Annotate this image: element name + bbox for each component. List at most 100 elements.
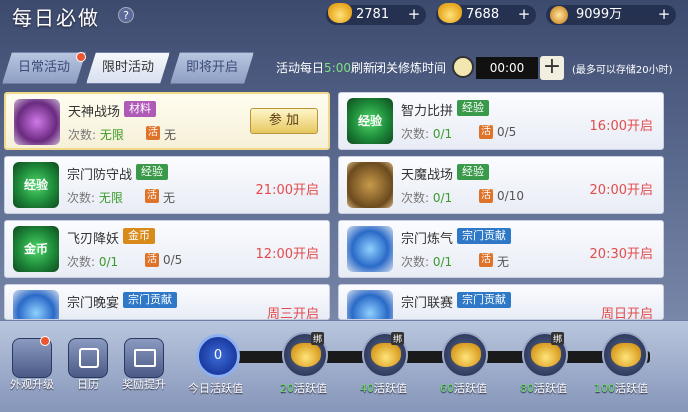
appearance-upgrade-label: 外观升级: [10, 378, 54, 391]
milestone-reward-chest[interactable]: [442, 332, 488, 378]
activity-card[interactable]: 宗门炼气 宗门贡献 次数: 0/1 活无 20:30开启: [338, 220, 664, 278]
copper-coin-resource: 9099万 +: [546, 5, 676, 25]
page-title: 每日必做: [12, 6, 100, 30]
activity-tag: 宗门贡献: [457, 228, 511, 244]
milestone-reward-chest[interactable]: 绑: [362, 332, 408, 378]
activity-name: 智力比拼: [401, 104, 454, 119]
activity-tag: 宗门贡献: [123, 292, 177, 308]
activity-open-time: 周三开启: [266, 307, 319, 320]
activity-name: 飞刃降妖: [67, 232, 120, 247]
milestone-text: 活跃值: [534, 382, 567, 395]
milestone-value: 80: [520, 382, 534, 395]
milestone-value: 40: [360, 382, 374, 395]
cultivation-time-value: 00:00: [476, 57, 538, 79]
refresh-info: 活动每日5:00刷新: [276, 59, 375, 76]
milestone-label: 20活跃值: [280, 380, 327, 396]
reward-boost-button[interactable]: [124, 338, 164, 378]
count-label: 次数:: [401, 191, 430, 205]
gold-ingot-icon: [328, 3, 352, 23]
blue-crystal-icon: [347, 290, 393, 319]
copper-coin-icon: [550, 6, 568, 24]
activity-points-value: 无: [163, 191, 176, 205]
activity-count: 次数: 0/1: [401, 125, 452, 142]
activity-tag: 经验: [457, 164, 489, 180]
blue-crystal-icon: [13, 290, 59, 319]
appearance-red-dot: [40, 336, 50, 346]
activity-name: 宗门晚宴: [67, 296, 120, 311]
tab-upcoming[interactable]: 即将开启: [170, 52, 254, 84]
activity-points-value: 0/10: [497, 189, 524, 203]
help-icon[interactable]: ?: [118, 7, 134, 23]
activity-points-icon: 活: [146, 126, 160, 140]
activity-count: 次数: 0/1: [401, 189, 452, 206]
activity-points-icon: 活: [479, 125, 493, 139]
blue-crystal-icon: [347, 226, 393, 272]
exp-orb-icon: 经验: [347, 98, 393, 144]
tab-daily-red-dot: [76, 52, 86, 62]
tab-daily[interactable]: 日常活动: [2, 52, 86, 84]
activity-tag: 材料: [124, 101, 156, 117]
count-label: 次数:: [68, 128, 97, 142]
milestone-reward-chest[interactable]: [602, 332, 648, 378]
activity-card[interactable]: 天神战场 材料次数: 无限 活无 参 加: [4, 92, 330, 150]
activity-name: 天神战场: [68, 105, 121, 120]
milestone-label: 100活跃值: [594, 380, 648, 396]
refresh-prefix: 活动每日: [276, 61, 325, 75]
add-bound-gold-ingot-button[interactable]: +: [516, 7, 532, 23]
calendar-icon: [79, 348, 99, 368]
max-storage-note: (最多可以存储20小时): [572, 65, 673, 76]
closed-cultivation-label: 闭关修炼时间: [374, 61, 447, 75]
bound-badge: 绑: [550, 332, 564, 345]
activity-name: 宗门联赛: [401, 296, 454, 311]
activity-open-time: 20:30开启: [589, 247, 653, 262]
activity-card[interactable]: 经验 宗门防守战 经验 次数: 无限活无 21:00开启: [4, 156, 330, 214]
activity-count: 次数: 0/1: [67, 253, 118, 270]
gold-ingot-resource: 2781 +: [326, 3, 426, 25]
milestone-reward-chest[interactable]: 绑: [282, 332, 328, 378]
activity-card[interactable]: 宗门晚宴 宗门贡献周三开启: [4, 284, 330, 320]
activity-card[interactable]: 宗门联赛 宗门贡献 周日开启: [338, 284, 664, 320]
calendar-label: 日历: [77, 378, 99, 391]
activity-points-value: 无: [164, 128, 177, 142]
count-value: 无限: [99, 128, 124, 142]
activity-points-icon: 活: [479, 253, 493, 267]
activity-points-value: 0/5: [497, 125, 517, 139]
count-value: 0/1: [432, 127, 453, 141]
tab-limited[interactable]: 限时活动: [86, 52, 170, 84]
bound-gold-ingot-resource: 7688 +: [436, 3, 536, 25]
join-button[interactable]: 参 加: [250, 108, 318, 134]
exp-icon-text: 经验: [357, 114, 382, 128]
exp-icon-text: 金币: [23, 242, 48, 256]
activity-name: 天魔战场: [401, 168, 454, 183]
activity-open-time: 12:00开启: [255, 247, 319, 262]
refresh-time: 5:00: [324, 61, 351, 75]
add-time-button[interactable]: +: [540, 56, 564, 80]
top-bar: 每日必做 ? 2781 + 7688 + 9099万 +: [0, 0, 688, 32]
count-label: 次数:: [401, 255, 430, 269]
milestone-label: 40活跃值: [360, 380, 407, 396]
refresh-suffix: 刷新: [350, 61, 375, 75]
gold-ingot-icon: [291, 343, 321, 367]
gold-ingot-value: 2781: [356, 7, 390, 22]
milestone-text: 活跃值: [294, 382, 327, 395]
count-label: 次数:: [67, 191, 96, 205]
bound-gold-ingot-value: 7688: [466, 7, 500, 22]
count-value: 0/1: [432, 191, 453, 205]
activity-points-value: 0/5: [163, 253, 183, 267]
activity-points-icon: 活: [145, 253, 159, 267]
add-copper-coin-button[interactable]: +: [656, 7, 672, 23]
gift-box-icon: [134, 349, 156, 367]
activity-card[interactable]: 经验 智力比拼 经验 次数: 0/1 活 0/5 16:00开启: [338, 92, 664, 150]
milestone-value: 60: [440, 382, 454, 395]
milestone-reward-chest[interactable]: 绑: [522, 332, 568, 378]
activity-open-time: 16:00开启: [589, 119, 653, 134]
add-gold-ingot-button[interactable]: +: [406, 7, 422, 23]
milestone-text: 活跃值: [374, 382, 407, 395]
calendar-button[interactable]: [68, 338, 108, 378]
activity-name: 宗门防守战: [67, 168, 133, 183]
activity-card[interactable]: 天魔战场 经验 次数: 0/1 活 0/10 20:00开启: [338, 156, 664, 214]
gold-crystal-icon: [347, 162, 393, 208]
activity-card[interactable]: 金币 飞刃降妖 金币 次数: 0/1 活 0/5 12:00开启: [4, 220, 330, 278]
activity-name: 宗门炼气: [401, 232, 454, 247]
gold-ingot-icon: [371, 343, 401, 367]
